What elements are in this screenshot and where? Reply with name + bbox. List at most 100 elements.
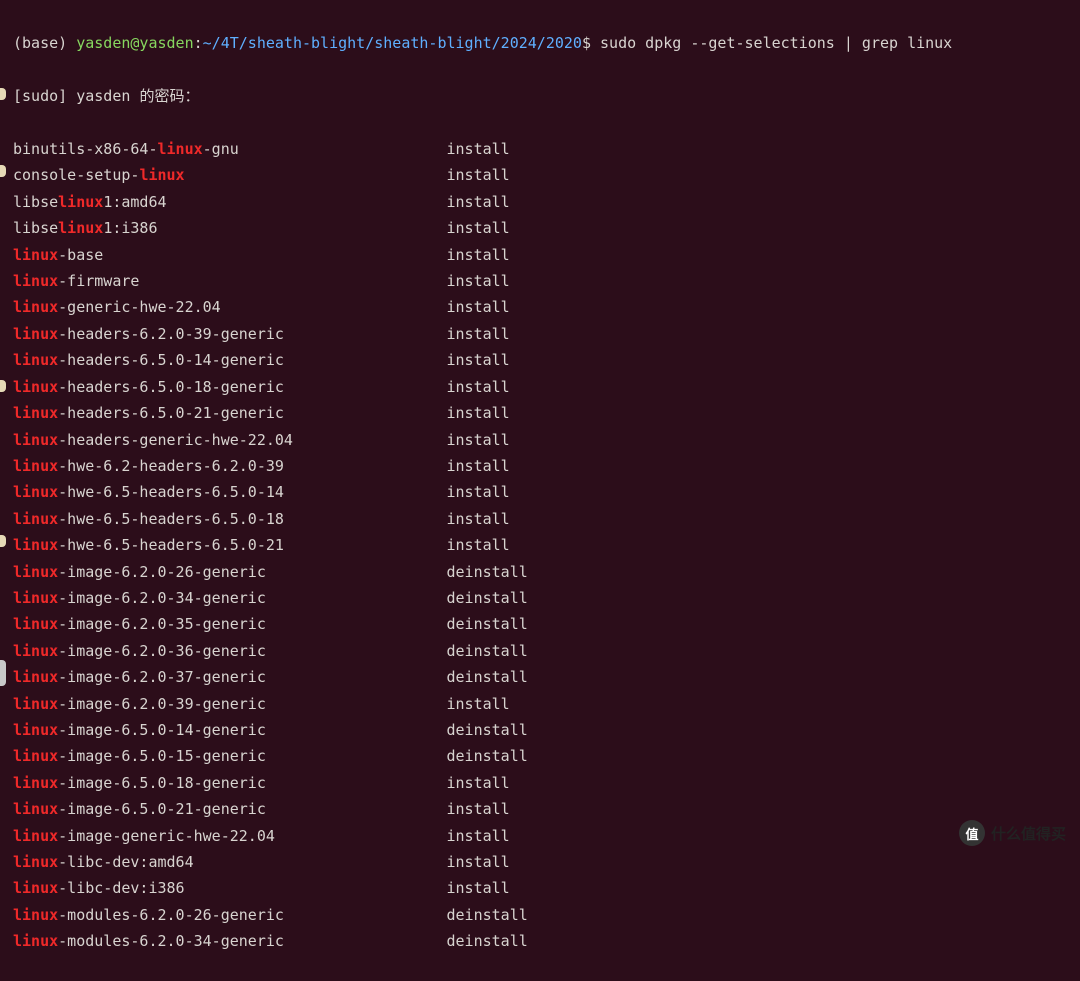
package-row: linux-libc-dev:amd64 install <box>13 849 1080 875</box>
grep-highlight: linux <box>13 510 58 528</box>
grep-highlight: linux <box>13 695 58 713</box>
package-row: linux-headers-generic-hwe-22.04 install <box>13 427 1080 453</box>
sudo-password-line[interactable]: [sudo] yasden 的密码： <box>13 83 1080 109</box>
grep-highlight: linux <box>139 166 184 184</box>
grep-highlight: linux <box>13 642 58 660</box>
grep-highlight: linux <box>13 457 58 475</box>
package-status: install <box>447 427 510 453</box>
package-status: install <box>447 294 510 320</box>
cwd-path: ~/4T/sheath-blight/sheath-blight/2024/20… <box>203 34 582 52</box>
watermark-text: 什么值得买 <box>991 823 1066 844</box>
user-host: yasden@yasden <box>76 34 193 52</box>
grep-highlight: linux <box>58 219 103 237</box>
package-status: deinstall <box>447 559 528 585</box>
package-row: linux-image-6.2.0-35-generic deinstall <box>13 611 1080 637</box>
package-name: linux-hwe-6.5-headers-6.5.0-14 <box>13 483 284 501</box>
package-status: install <box>447 875 510 901</box>
package-status: install <box>447 506 510 532</box>
package-row: linux-firmware install <box>13 268 1080 294</box>
package-name: linux-image-6.2.0-35-generic <box>13 615 266 633</box>
package-name: binutils-x86-64-linux-gnu <box>13 140 239 158</box>
grep-highlight: linux <box>13 298 58 316</box>
grep-highlight: linux <box>13 404 58 422</box>
package-row: linux-headers-6.5.0-18-generic install <box>13 374 1080 400</box>
package-row: linux-image-6.2.0-37-generic deinstall <box>13 664 1080 690</box>
package-status: install <box>447 823 510 849</box>
prompt-line[interactable]: (base) yasden@yasden:~/4T/sheath-blight/… <box>13 30 1080 56</box>
grep-highlight: linux <box>13 272 58 290</box>
grep-highlight: linux <box>13 721 58 739</box>
package-row: linux-base install <box>13 242 1080 268</box>
package-name: linux-hwe-6.5-headers-6.5.0-21 <box>13 536 284 554</box>
package-row: linux-image-6.5.0-14-generic deinstall <box>13 717 1080 743</box>
package-row: linux-headers-6.2.0-39-generic install <box>13 321 1080 347</box>
package-name: linux-image-6.2.0-26-generic <box>13 563 266 581</box>
package-row: binutils-x86-64-linux-gnu install <box>13 136 1080 162</box>
package-name: libselinux1:i386 <box>13 219 158 237</box>
grep-highlight: linux <box>13 932 58 950</box>
grep-highlight: linux <box>13 853 58 871</box>
package-row: libselinux1:amd64 install <box>13 189 1080 215</box>
grep-highlight: linux <box>13 483 58 501</box>
package-row: linux-modules-6.2.0-34-generic deinstall <box>13 928 1080 954</box>
package-name: linux-image-6.5.0-18-generic <box>13 774 266 792</box>
package-row: linux-image-6.2.0-34-generic deinstall <box>13 585 1080 611</box>
package-row: linux-image-generic-hwe-22.04 install <box>13 823 1080 849</box>
package-list: binutils-x86-64-linux-gnu installconsole… <box>13 136 1080 955</box>
package-name: linux-image-6.2.0-36-generic <box>13 642 266 660</box>
package-status: install <box>447 849 510 875</box>
package-name: linux-firmware <box>13 272 139 290</box>
prompt-colon: : <box>194 34 203 52</box>
grep-highlight: linux <box>13 827 58 845</box>
package-name: linux-modules-6.2.0-26-generic <box>13 906 284 924</box>
grep-highlight: linux <box>13 906 58 924</box>
package-status: deinstall <box>447 743 528 769</box>
grep-highlight: linux <box>13 378 58 396</box>
package-name: linux-base <box>13 246 103 264</box>
package-row: linux-hwe-6.5-headers-6.5.0-18 install <box>13 506 1080 532</box>
package-status: install <box>446 215 509 241</box>
package-name: linux-generic-hwe-22.04 <box>13 298 221 316</box>
package-status: install <box>447 796 510 822</box>
grep-highlight: linux <box>13 431 58 449</box>
watermark-badge-icon: 值 <box>959 820 985 846</box>
package-name: linux-image-6.2.0-34-generic <box>13 589 266 607</box>
grep-highlight: linux <box>13 615 58 633</box>
terminal-output[interactable]: (base) yasden@yasden:~/4T/sheath-blight/… <box>0 0 1080 981</box>
sudo-prompt-cn: 的密码： <box>139 87 199 105</box>
package-status: install <box>447 189 510 215</box>
package-name: linux-headers-6.5.0-14-generic <box>13 351 284 369</box>
grep-highlight: linux <box>13 536 58 554</box>
package-name: linux-headers-generic-hwe-22.04 <box>13 431 293 449</box>
package-row: libselinux1:i386 install <box>13 215 1080 241</box>
package-row: linux-image-6.5.0-21-generic install <box>13 796 1080 822</box>
package-status: install <box>446 242 509 268</box>
conda-env: (base) <box>13 34 76 52</box>
package-status: deinstall <box>447 585 528 611</box>
grep-highlight: linux <box>13 668 58 686</box>
command-grep-term: linux <box>907 34 952 52</box>
command-text: sudo dpkg --get-selections | grep <box>600 34 907 52</box>
package-name: linux-headers-6.5.0-18-generic <box>13 378 284 396</box>
package-name: linux-image-6.2.0-39-generic <box>13 695 266 713</box>
watermark: 值 什么值得买 <box>959 820 1066 846</box>
grep-highlight: linux <box>13 774 58 792</box>
package-row: linux-image-6.2.0-39-generic install <box>13 691 1080 717</box>
package-status: install <box>447 691 510 717</box>
grep-highlight: linux <box>13 589 58 607</box>
package-name: linux-modules-6.2.0-34-generic <box>13 932 284 950</box>
package-row: linux-hwe-6.2-headers-6.2.0-39 install <box>13 453 1080 479</box>
package-status: install <box>447 532 510 558</box>
package-row: linux-image-6.5.0-18-generic install <box>13 770 1080 796</box>
package-name: linux-hwe-6.2-headers-6.2.0-39 <box>13 457 284 475</box>
grep-highlight: linux <box>58 193 103 211</box>
package-row: linux-libc-dev:i386 install <box>13 875 1080 901</box>
package-status: install <box>447 770 510 796</box>
package-status: install <box>446 268 509 294</box>
package-row: linux-generic-hwe-22.04 install <box>13 294 1080 320</box>
package-row: linux-image-6.2.0-26-generic deinstall <box>13 559 1080 585</box>
package-name: linux-libc-dev:amd64 <box>13 853 194 871</box>
package-row: linux-headers-6.5.0-14-generic install <box>13 347 1080 373</box>
sudo-prefix: [sudo] yasden <box>13 87 139 105</box>
package-row: linux-image-6.5.0-15-generic deinstall <box>13 743 1080 769</box>
